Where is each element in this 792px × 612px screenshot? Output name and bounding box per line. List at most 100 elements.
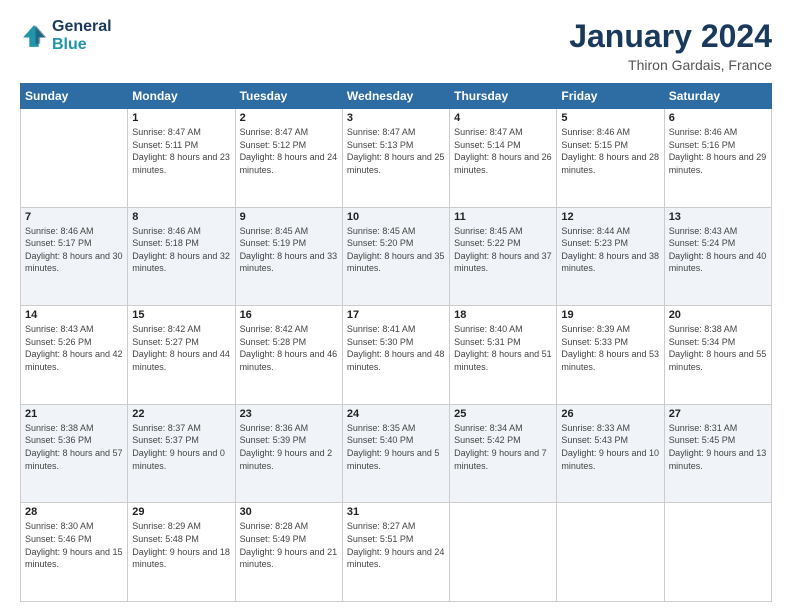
cell-content: Sunrise: 8:46 AM Sunset: 5:17 PM Dayligh… — [25, 225, 123, 275]
day-number: 30 — [240, 506, 338, 518]
cell-content: Sunrise: 8:42 AM Sunset: 5:27 PM Dayligh… — [132, 323, 230, 373]
cell-content: Sunrise: 8:34 AM Sunset: 5:42 PM Dayligh… — [454, 422, 552, 472]
cell-content: Sunrise: 8:30 AM Sunset: 5:46 PM Dayligh… — [25, 520, 123, 570]
calendar-cell: 19 Sunrise: 8:39 AM Sunset: 5:33 PM Dayli… — [557, 306, 664, 405]
day-number: 31 — [347, 506, 445, 518]
day-number: 1 — [132, 112, 230, 124]
cell-content: Sunrise: 8:38 AM Sunset: 5:34 PM Dayligh… — [669, 323, 767, 373]
day-number: 8 — [132, 211, 230, 223]
day-number: 15 — [132, 309, 230, 321]
calendar-cell: 6Sunrise: 8:46 AM Sunset: 5:16 PM Daylig… — [664, 109, 771, 208]
calendar-cell: 17Sunrise: 8:41 AM Sunset: 5:30 PM Dayli… — [342, 306, 449, 405]
day-number: 13 — [669, 211, 767, 223]
logo-icon — [20, 22, 48, 50]
calendar-cell — [664, 503, 771, 602]
calendar-cell: 4 Sunrise: 8:47 AM Sunset: 5:14 PM Daylig… — [450, 109, 557, 208]
weekday-wednesday: Wednesday — [342, 84, 449, 109]
cell-content: Sunrise: 8:45 AM Sunset: 5:20 PM Dayligh… — [347, 225, 445, 275]
cell-content: Sunrise: 8:31 AM Sunset: 5:45 PM Dayligh… — [669, 422, 767, 472]
calendar-cell: 20 Sunrise: 8:38 AM Sunset: 5:34 PM Dayli… — [664, 306, 771, 405]
calendar-cell: 27 Sunrise: 8:31 AM Sunset: 5:45 PM Dayli… — [664, 404, 771, 503]
cell-content: Sunrise: 8:28 AM Sunset: 5:49 PM Dayligh… — [240, 520, 338, 570]
day-number: 24 — [347, 408, 445, 420]
calendar-cell: 12Sunrise: 8:44 AM Sunset: 5:23 PM Dayli… — [557, 207, 664, 306]
calendar-cell: 14Sunrise: 8:43 AM Sunset: 5:26 PM Dayli… — [21, 306, 128, 405]
calendar-cell: 25 Sunrise: 8:34 AM Sunset: 5:42 PM Dayli… — [450, 404, 557, 503]
calendar-table: SundayMondayTuesdayWednesdayThursdayFrid… — [20, 83, 772, 602]
cell-content: Sunrise: 8:40 AM Sunset: 5:31 PM Dayligh… — [454, 323, 552, 373]
cell-content: Sunrise: 8:45 AM Sunset: 5:22 PM Dayligh… — [454, 225, 552, 275]
day-number: 28 — [25, 506, 123, 518]
day-number: 9 — [240, 211, 338, 223]
cell-content: Sunrise: 8:27 AM Sunset: 5:51 PM Dayligh… — [347, 520, 445, 570]
cell-content: Sunrise: 8:47 AM Sunset: 5:12 PM Dayligh… — [240, 126, 338, 176]
day-number: 21 — [25, 408, 123, 420]
calendar-cell: 13 Sunrise: 8:43 AM Sunset: 5:24 PM Dayli… — [664, 207, 771, 306]
day-number: 29 — [132, 506, 230, 518]
weekday-monday: Monday — [128, 84, 235, 109]
cell-content: Sunrise: 8:43 AM Sunset: 5:24 PM Dayligh… — [669, 225, 767, 275]
day-number: 10 — [347, 211, 445, 223]
day-number: 7 — [25, 211, 123, 223]
day-number: 2 — [240, 112, 338, 124]
day-number: 18 — [454, 309, 552, 321]
week-row-4: 21 Sunrise: 8:38 AM Sunset: 5:36 PM Dayli… — [21, 404, 772, 503]
calendar-cell: 2 Sunrise: 8:47 AM Sunset: 5:12 PM Daylig… — [235, 109, 342, 208]
day-number: 4 — [454, 112, 552, 124]
calendar-cell: 22 Sunrise: 8:37 AM Sunset: 5:37 PM Dayli… — [128, 404, 235, 503]
calendar-cell: 3Sunrise: 8:47 AM Sunset: 5:13 PM Daylig… — [342, 109, 449, 208]
calendar-cell: 5 Sunrise: 8:46 AM Sunset: 5:15 PM Daylig… — [557, 109, 664, 208]
page: General Blue January 2024 Thiron Gardais… — [0, 0, 792, 612]
cell-content: Sunrise: 8:44 AM Sunset: 5:23 PM Dayligh… — [561, 225, 659, 275]
cell-content: Sunrise: 8:46 AM Sunset: 5:15 PM Dayligh… — [561, 126, 659, 176]
day-number: 16 — [240, 309, 338, 321]
cell-content: Sunrise: 8:46 AM Sunset: 5:18 PM Dayligh… — [132, 225, 230, 275]
day-number: 14 — [25, 309, 123, 321]
cell-content: Sunrise: 8:47 AM Sunset: 5:14 PM Dayligh… — [454, 126, 552, 176]
cell-content: Sunrise: 8:35 AM Sunset: 5:40 PM Dayligh… — [347, 422, 445, 472]
cell-content: Sunrise: 8:45 AM Sunset: 5:19 PM Dayligh… — [240, 225, 338, 275]
cell-content: Sunrise: 8:42 AM Sunset: 5:28 PM Dayligh… — [240, 323, 338, 373]
calendar-cell: 28 Sunrise: 8:30 AM Sunset: 5:46 PM Dayli… — [21, 503, 128, 602]
header: General Blue January 2024 Thiron Gardais… — [20, 18, 772, 73]
day-number: 17 — [347, 309, 445, 321]
title-block: January 2024 Thiron Gardais, France — [569, 18, 772, 73]
day-number: 20 — [669, 309, 767, 321]
weekday-thursday: Thursday — [450, 84, 557, 109]
calendar-header: SundayMondayTuesdayWednesdayThursdayFrid… — [21, 84, 772, 109]
cell-content: Sunrise: 8:38 AM Sunset: 5:36 PM Dayligh… — [25, 422, 123, 472]
day-number: 5 — [561, 112, 659, 124]
calendar-cell: 18 Sunrise: 8:40 AM Sunset: 5:31 PM Dayli… — [450, 306, 557, 405]
logo: General Blue — [20, 18, 112, 55]
cell-content: Sunrise: 8:47 AM Sunset: 5:13 PM Dayligh… — [347, 126, 445, 176]
week-row-5: 28 Sunrise: 8:30 AM Sunset: 5:46 PM Dayli… — [21, 503, 772, 602]
calendar-cell: 11Sunrise: 8:45 AM Sunset: 5:22 PM Dayli… — [450, 207, 557, 306]
day-number: 22 — [132, 408, 230, 420]
calendar-cell: 23Sunrise: 8:36 AM Sunset: 5:39 PM Dayli… — [235, 404, 342, 503]
weekday-sunday: Sunday — [21, 84, 128, 109]
day-number: 6 — [669, 112, 767, 124]
calendar-cell: 16 Sunrise: 8:42 AM Sunset: 5:28 PM Dayli… — [235, 306, 342, 405]
subtitle: Thiron Gardais, France — [569, 57, 772, 73]
weekday-header-row: SundayMondayTuesdayWednesdayThursdayFrid… — [21, 84, 772, 109]
calendar-cell: 9 Sunrise: 8:45 AM Sunset: 5:19 PM Daylig… — [235, 207, 342, 306]
calendar-body: 1Sunrise: 8:47 AM Sunset: 5:11 PM Daylig… — [21, 109, 772, 602]
day-number: 26 — [561, 408, 659, 420]
weekday-saturday: Saturday — [664, 84, 771, 109]
weekday-friday: Friday — [557, 84, 664, 109]
cell-content: Sunrise: 8:39 AM Sunset: 5:33 PM Dayligh… — [561, 323, 659, 373]
cell-content: Sunrise: 8:33 AM Sunset: 5:43 PM Dayligh… — [561, 422, 659, 472]
logo-text: General Blue — [52, 18, 112, 55]
week-row-2: 7 Sunrise: 8:46 AM Sunset: 5:17 PM Daylig… — [21, 207, 772, 306]
day-number: 23 — [240, 408, 338, 420]
cell-content: Sunrise: 8:29 AM Sunset: 5:48 PM Dayligh… — [132, 520, 230, 570]
calendar-cell: 24 Sunrise: 8:35 AM Sunset: 5:40 PM Dayli… — [342, 404, 449, 503]
day-number: 25 — [454, 408, 552, 420]
day-number: 19 — [561, 309, 659, 321]
week-row-1: 1Sunrise: 8:47 AM Sunset: 5:11 PM Daylig… — [21, 109, 772, 208]
day-number: 27 — [669, 408, 767, 420]
calendar-cell: 21 Sunrise: 8:38 AM Sunset: 5:36 PM Dayli… — [21, 404, 128, 503]
cell-content: Sunrise: 8:37 AM Sunset: 5:37 PM Dayligh… — [132, 422, 230, 472]
calendar-cell: 29 Sunrise: 8:29 AM Sunset: 5:48 PM Dayli… — [128, 503, 235, 602]
main-title: January 2024 — [569, 18, 772, 55]
